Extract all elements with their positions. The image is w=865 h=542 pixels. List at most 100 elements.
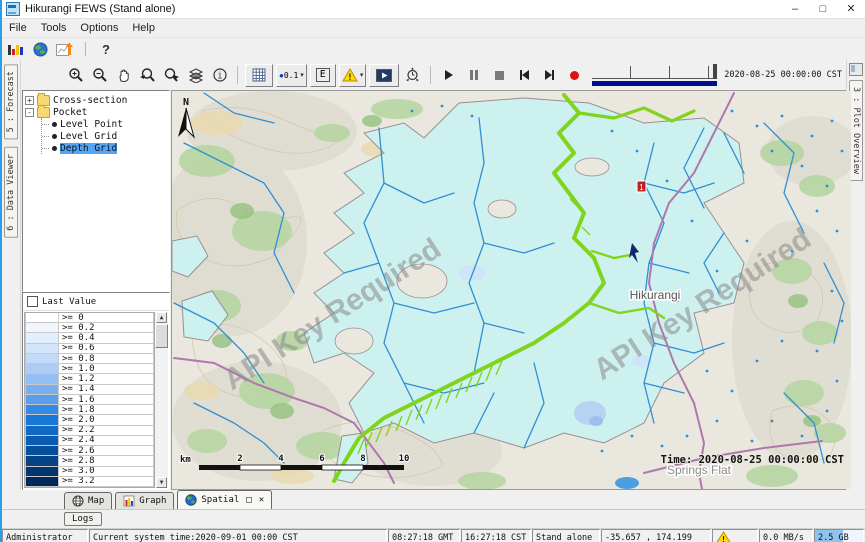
svg-text:km: km — [180, 455, 191, 465]
legend-scrollbar[interactable]: ▲ ▼ — [154, 312, 168, 488]
pause-button[interactable] — [463, 65, 485, 85]
wire-globe-icon — [72, 495, 84, 507]
scroll-up-icon[interactable]: ▲ — [156, 312, 167, 323]
grid-toggle-button[interactable] — [245, 64, 273, 87]
warning-dropdown[interactable]: ! ▾ — [339, 64, 367, 87]
timeline-slider[interactable] — [592, 63, 717, 87]
interval-dropdown[interactable]: ● 0.1 ▾ — [276, 64, 307, 87]
stop-button[interactable] — [488, 65, 510, 85]
svg-text:1: 1 — [639, 183, 644, 192]
legend-scale: >= 0 >= 0.2 >= 0.4 >= 0.6 >= 0.8 >= 1.0 … — [24, 312, 154, 488]
left-panel: + Cross-section - Pocket Lev — [21, 90, 171, 490]
zoom-in-icon[interactable] — [65, 65, 86, 86]
expand-icon[interactable]: + — [25, 96, 34, 105]
set-time-icon[interactable] — [402, 65, 423, 86]
status-mode: Stand alone — [532, 529, 600, 542]
tab-maximize-icon[interactable]: □ — [246, 495, 251, 505]
tree-label: Pocket — [53, 107, 87, 118]
step-back-button[interactable] — [513, 65, 535, 85]
panel-toggle-icon[interactable] — [849, 63, 863, 76]
tree-node-level-point[interactable]: Level Point — [42, 118, 167, 130]
tree-node-pocket[interactable]: - Pocket — [25, 106, 167, 118]
tab-spatial-label: Spatial — [201, 495, 239, 505]
legend-panel: Last Value >= 0 >= 0.2 >= 0.4 >= 0.6 >= … — [22, 292, 170, 490]
menu-options[interactable]: Options — [73, 22, 125, 34]
bottom-tab-bar: Map Graph Spatial □ ✕ — [2, 490, 865, 510]
status-warning[interactable]: ! — [712, 529, 758, 542]
tab-spatial[interactable]: Spatial □ ✕ — [177, 490, 272, 509]
timeline-period-bar — [592, 81, 717, 86]
legend-row: >= 0 — [25, 313, 154, 323]
leaf-bullet-icon — [52, 122, 57, 127]
app-icon — [6, 2, 20, 16]
layer-tree: + Cross-section - Pocket Lev — [22, 90, 170, 292]
explorer-icon[interactable] — [6, 43, 25, 55]
timeline-thumb[interactable] — [713, 64, 717, 79]
animation-button[interactable] — [369, 64, 399, 87]
minimize-button[interactable]: – — [781, 1, 809, 18]
tab-close-icon[interactable]: ✕ — [259, 495, 264, 505]
gauge-button[interactable]: E — [310, 64, 336, 87]
legend-row: >= 3.2 — [25, 477, 154, 487]
svg-text:!: ! — [721, 535, 726, 542]
zoom-out-icon[interactable] — [89, 65, 110, 86]
layers-icon[interactable] — [185, 65, 206, 86]
last-value-label: Last Value — [42, 297, 96, 307]
scroll-thumb[interactable] — [155, 324, 168, 348]
logs-button[interactable]: Logs — [64, 512, 102, 526]
record-button[interactable] — [563, 65, 585, 85]
tree-label: Level Point — [60, 119, 123, 130]
window-title: Hikurangi FEWS (Stand alone) — [25, 3, 175, 15]
step-forward-button[interactable] — [538, 65, 560, 85]
map-canvas[interactable]: API Key Required API Key Required 1 Hiku… — [172, 91, 851, 489]
menu-file[interactable]: File — [2, 22, 34, 34]
town-label: Hikurangi — [630, 288, 681, 302]
tab-map[interactable]: Map — [64, 492, 112, 509]
svg-text:i: i — [217, 72, 222, 82]
status-memory: 2.5 GB — [814, 529, 864, 542]
legend-row: >= 1.8 — [25, 405, 154, 415]
tab-graph-label: Graph — [139, 496, 166, 506]
help-icon[interactable]: ? — [98, 42, 114, 57]
last-value-checkbox[interactable] — [27, 296, 38, 307]
tree-node-depth-grid[interactable]: Depth Grid — [42, 142, 167, 154]
tab-forecast[interactable]: 5 : Forecast — [4, 64, 18, 139]
scroll-down-icon[interactable]: ▼ — [156, 477, 167, 488]
leaf-bullet-icon — [52, 146, 57, 151]
legend-row: >= 2.2 — [25, 426, 154, 436]
tab-graph[interactable]: Graph — [115, 492, 174, 509]
pan-hand-icon[interactable] — [113, 65, 134, 86]
menu-tools[interactable]: Tools — [34, 22, 74, 34]
tab-plot-overview[interactable]: 3 : Plot Overview — [849, 80, 863, 181]
collapse-icon[interactable]: - — [25, 108, 34, 117]
zoom-next-icon[interactable] — [161, 65, 182, 86]
chevron-down-icon: ▾ — [360, 71, 364, 79]
menu-help[interactable]: Help — [125, 22, 162, 34]
toolbar-separator — [430, 66, 431, 84]
map-toolbar: i ● 0.1 ▾ E ! ▾ — [21, 60, 846, 90]
status-local-time: 16:27:18 CST — [461, 529, 531, 542]
chart-shortcut-icon[interactable] — [56, 42, 73, 57]
info-icon[interactable]: i — [209, 65, 230, 86]
map-display-icon[interactable] — [33, 42, 48, 57]
current-datetime: 2020-08-25 00:00:00 CST — [724, 70, 846, 80]
legend-row: >= 1.0 — [25, 364, 154, 374]
status-gmt-time: 08:27:18 GMT — [388, 529, 460, 542]
timeline-track[interactable] — [592, 66, 717, 79]
legend-row: >= 2.8 — [25, 456, 154, 466]
tree-node-cross-section[interactable]: + Cross-section — [25, 94, 167, 106]
svg-text:N: N — [183, 97, 189, 108]
svg-text:6: 6 — [319, 454, 324, 464]
status-transfer-rate: 0.0 MB/s — [759, 529, 813, 542]
svg-text:4: 4 — [278, 454, 284, 464]
zoom-previous-icon[interactable] — [137, 65, 158, 86]
tree-node-level-grid[interactable]: Level Grid — [42, 130, 167, 142]
maximize-button[interactable]: □ — [809, 1, 837, 18]
close-button[interactable]: ✕ — [837, 1, 865, 18]
map-view[interactable]: API Key Required API Key Required 1 Hiku… — [171, 90, 846, 490]
tab-data-viewer[interactable]: 6 : Data Viewer — [4, 147, 18, 238]
status-user: Administrator — [2, 529, 88, 542]
main-toolbar: ? — [2, 38, 865, 60]
toolbar-separator — [237, 66, 238, 84]
play-button[interactable] — [438, 65, 460, 85]
